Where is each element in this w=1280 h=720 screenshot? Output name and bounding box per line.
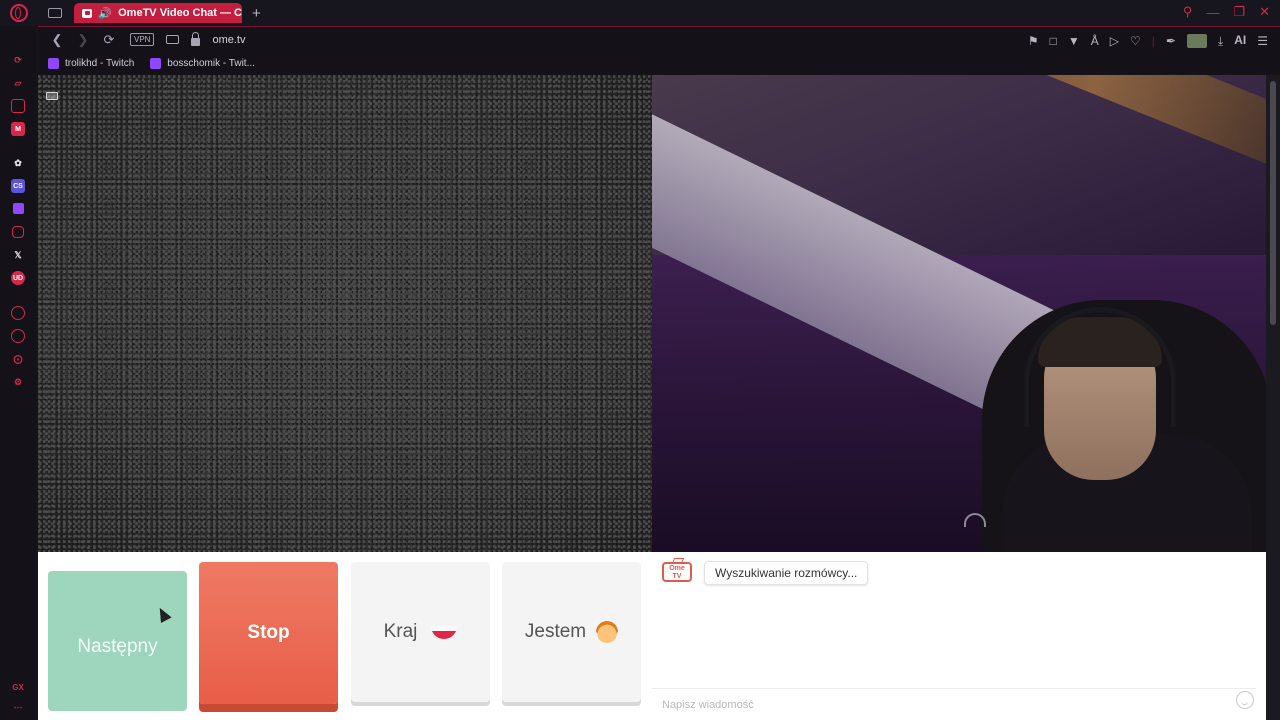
chat-controls: Następny Stop Kraj Jestem — [38, 552, 652, 720]
video-beam — [858, 75, 1266, 187]
iam-label: Jestem — [524, 621, 587, 642]
menu-icon[interactable]: ☰ — [1257, 34, 1268, 48]
maximize-button[interactable]: ❐ — [1233, 4, 1245, 20]
gender-button[interactable]: Jestem — [502, 562, 641, 702]
download-icon[interactable]: ⤓ — [1218, 34, 1223, 48]
sidebar: ⟳ ▱ M ✿ CS 𝕏 UD ⨀ ⚙ GX ⋯ — [0, 26, 36, 720]
heart-icon[interactable]: ♡ — [1130, 34, 1141, 48]
player-circle-icon[interactable] — [11, 306, 25, 320]
forward-button[interactable]: ❯ — [76, 32, 90, 48]
window-controls: ⚲ — ❐ ✕ — [1183, 4, 1270, 20]
opera-logo-icon[interactable] — [10, 4, 28, 22]
extensions-icon[interactable]: ✒ — [1166, 34, 1176, 48]
ud-icon[interactable]: UD — [11, 271, 25, 285]
cs-icon[interactable]: CS — [11, 179, 25, 193]
more-icon[interactable]: ⋯ — [11, 700, 25, 714]
boy-emoji-icon — [596, 621, 619, 643]
stop-label: Stop — [247, 622, 290, 643]
chat-panel: Ome TV Wyszukiwanie rozmówcy... Napisz w… — [652, 552, 1266, 720]
camera-icon[interactable] — [166, 35, 180, 44]
player-icon[interactable] — [11, 99, 25, 113]
gx-label: GX — [12, 682, 24, 692]
ometv-page: Następny Stop Kraj Jestem Ome TV Wyszuki… — [38, 75, 1266, 720]
instagram-icon[interactable] — [12, 226, 24, 238]
chatgpt-icon[interactable]: ✿ — [11, 156, 25, 170]
twitch-icon — [150, 57, 162, 69]
bookmark-label: bosschomik - Twit... — [167, 57, 255, 69]
pin-icon[interactable]: ⚑ — [1028, 34, 1039, 48]
tab-title: OmeTV Video Chat — C — [118, 7, 242, 19]
messenger-icon[interactable]: M — [11, 122, 25, 136]
lock-icon[interactable] — [191, 31, 201, 46]
emoji-icon[interactable] — [1236, 691, 1254, 709]
ai-label: AI — [1234, 33, 1247, 47]
reload-button[interactable]: ⟳ — [102, 32, 116, 48]
address-bar: ❮ ❯ ⟳ VPN ome.tv ⚑ □ ▼ Å ▷ ♡ | ✒ ⤓ AI ☰ — [38, 26, 1280, 52]
poland-flag-icon — [431, 625, 458, 639]
snapshot-icon[interactable]: □ — [1050, 34, 1057, 48]
country-button[interactable]: Kraj — [351, 562, 490, 702]
aria-ai-button[interactable]: AI — [1234, 33, 1246, 49]
back-button[interactable]: ❮ — [50, 32, 64, 48]
bookmarks-bar: trolikhd - Twitch bosschomik - Twit... — [38, 52, 1280, 74]
close-button[interactable]: ✕ — [1259, 4, 1270, 20]
bookmark-label: trolikhd - Twitch — [65, 57, 135, 69]
message-input[interactable]: Napisz wiadomość — [652, 688, 1256, 720]
profile-avatar[interactable] — [1186, 34, 1207, 48]
send-icon[interactable]: ▷ — [1110, 34, 1119, 48]
translate-icon[interactable]: Å — [1091, 34, 1099, 48]
chat-status-message: Wyszukiwanie rozmówcy... — [704, 561, 869, 585]
scrollbar-thumb[interactable] — [1270, 81, 1276, 325]
stop-button[interactable]: Stop — [199, 562, 338, 704]
url-field[interactable]: ome.tv — [212, 34, 245, 46]
tab-ometv[interactable]: 🔊 OmeTV Video Chat — C — [74, 3, 242, 23]
minimize-button[interactable]: — — [1206, 5, 1219, 20]
next-label: Następny — [77, 636, 158, 657]
bag-icon[interactable]: ▱ — [11, 76, 25, 90]
history-icon[interactable] — [11, 329, 25, 343]
ometv-favicon-icon — [82, 8, 93, 18]
ometv-logo-icon: Ome TV — [662, 562, 692, 582]
speaker-icon[interactable]: 🔊 — [98, 7, 112, 20]
pocket-icon[interactable]: ▼ — [1068, 34, 1080, 48]
self-video — [652, 75, 1266, 552]
search-icon[interactable]: ⚲ — [1183, 4, 1193, 20]
camera-switch-icon[interactable] — [46, 92, 58, 100]
twitch-icon[interactable] — [13, 203, 24, 214]
cube-icon[interactable]: ⨀ — [11, 352, 25, 366]
new-tab-button[interactable]: + — [252, 5, 261, 22]
next-button[interactable]: Następny — [48, 571, 187, 711]
refresh-icon[interactable]: ⟳ — [11, 53, 25, 67]
bookmark-bosschomik[interactable]: bosschomik - Twit... — [150, 57, 255, 69]
vpn-badge[interactable]: VPN — [130, 33, 155, 46]
stranger-video — [38, 75, 652, 552]
country-label: Kraj — [383, 621, 418, 642]
workspaces-icon[interactable] — [48, 8, 62, 18]
address-tools: ⚑ □ ▼ Å ▷ ♡ | ✒ ⤓ AI ☰ — [1028, 33, 1268, 49]
separator: | — [1151, 34, 1155, 48]
settings-icon[interactable]: ⚙ — [11, 375, 25, 389]
tab-strip: 🔊 OmeTV Video Chat — C + ⚲ — ❐ ✕ — [0, 0, 1280, 26]
x-icon[interactable]: 𝕏 — [11, 248, 25, 262]
page-scrollbar[interactable] — [1266, 75, 1280, 720]
bookmark-trolikhd[interactable]: trolikhd - Twitch — [48, 57, 135, 69]
twitch-icon — [48, 57, 59, 69]
browser-window: 🔊 OmeTV Video Chat — C + ⚲ — ❐ ✕ ⟳ ▱ M ✿… — [0, 0, 1280, 720]
